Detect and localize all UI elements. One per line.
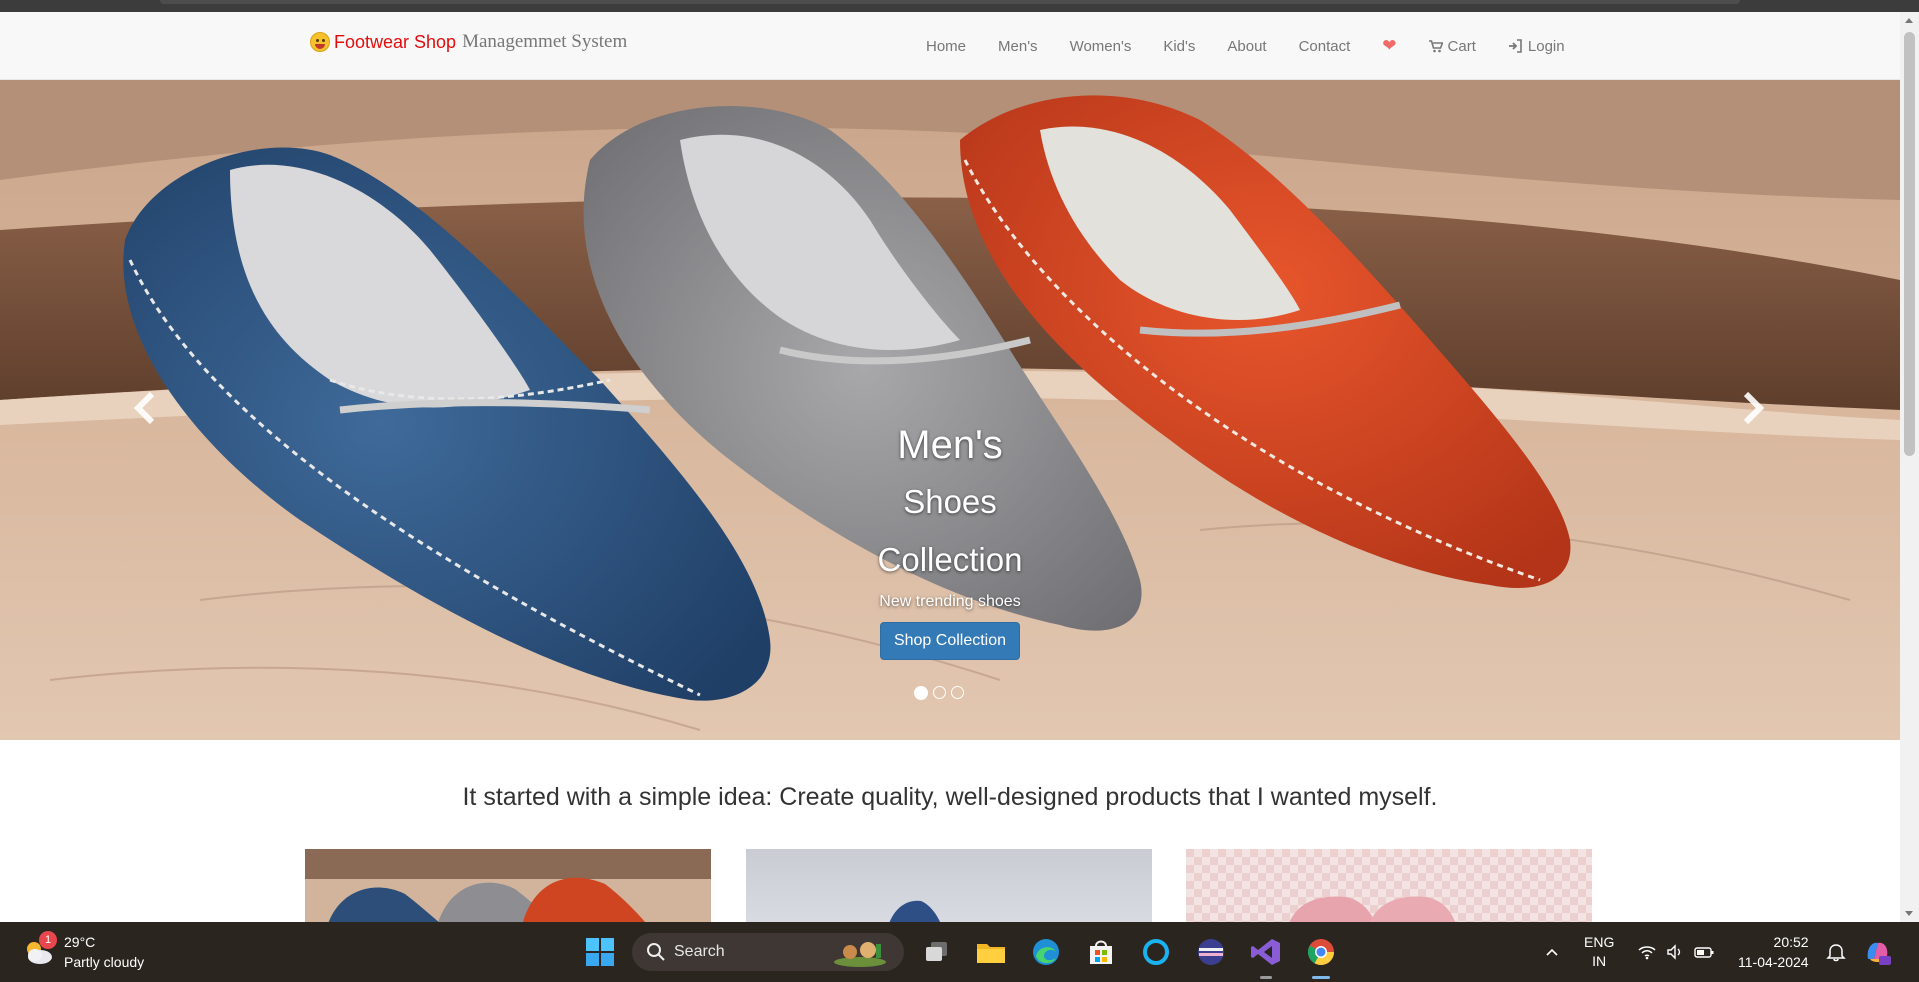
nav-about[interactable]: About <box>1211 38 1282 55</box>
scrollbar-thumb[interactable] <box>1904 32 1915 456</box>
copilot-icon <box>1867 942 1891 965</box>
language-region: IN <box>1592 953 1607 969</box>
microsoft-store-icon[interactable] <box>1085 936 1117 968</box>
brand-name-secondary: Managemmet System <box>462 31 628 52</box>
carousel-indicators <box>914 686 964 700</box>
page-scrollbar[interactable] <box>1900 12 1919 922</box>
mens-shoes-image <box>305 849 711 922</box>
task-view-icon[interactable] <box>921 936 953 968</box>
chevron-up-icon <box>1546 948 1558 956</box>
taskbar: 1 29°C Partly cloudy Search ENG IN 20:52… <box>0 922 1919 982</box>
kids-shoes-image <box>1186 849 1592 922</box>
taskbar-search[interactable]: Search <box>632 933 904 971</box>
cortana-icon[interactable] <box>1140 936 1172 968</box>
nav-kids[interactable]: Kid's <box>1147 38 1211 55</box>
web-page: Footwear Shop Managemmet System Home Men… <box>0 12 1900 922</box>
weather-temp: 29°C <box>64 934 96 950</box>
visual-studio-icon[interactable] <box>1250 936 1282 968</box>
clock[interactable]: 20:52 11-04-2024 <box>1738 922 1809 982</box>
windows-start-icon[interactable] <box>584 936 616 968</box>
weather-condition: Partly cloudy <box>64 954 145 970</box>
main-nav: Home Men's Women's Kid's About Contact ❤… <box>910 12 1581 80</box>
caption-title-line2: Shoes <box>903 483 997 520</box>
search-icon <box>647 943 665 961</box>
file-explorer-icon[interactable] <box>975 936 1007 968</box>
copilot-button[interactable] <box>1862 922 1892 982</box>
scroll-up-icon[interactable] <box>1905 18 1913 23</box>
scroll-down-icon[interactable] <box>1905 911 1913 916</box>
clock-date: 11-04-2024 <box>1738 954 1809 970</box>
media-app-icon[interactable] <box>1195 936 1227 968</box>
search-label: Search <box>674 943 725 960</box>
womens-shoes-image <box>746 849 1152 922</box>
search-highlight-icon <box>834 942 886 967</box>
nav-login[interactable]: Login <box>1492 38 1581 55</box>
hero-carousel: Men's Shoes Collection New trending shoe… <box>0 80 1900 740</box>
notification-bell-icon <box>1826 944 1846 962</box>
weather-widget[interactable]: 1 29°C Partly cloudy <box>22 931 145 972</box>
partly-cloudy-icon: 1 <box>22 931 57 969</box>
nav-home[interactable]: Home <box>910 38 982 55</box>
browser-top-bar <box>0 0 1919 12</box>
battery-icon <box>1694 947 1714 958</box>
chevron-left-icon <box>133 391 155 425</box>
carousel-indicator-1[interactable] <box>914 686 928 700</box>
kids-collection-card[interactable] <box>1186 849 1592 922</box>
chevron-right-icon <box>1743 391 1765 425</box>
carousel-caption: Men's Shoes Collection New trending shoe… <box>800 418 1100 660</box>
clock-time: 20:52 <box>1773 934 1809 950</box>
cart-icon <box>1428 39 1443 53</box>
chrome-active-indicator <box>1312 976 1330 979</box>
tagline: It started with a simple idea: Create qu… <box>462 783 1438 811</box>
weather-badge: 1 <box>39 931 57 949</box>
vs-running-indicator <box>1260 976 1272 979</box>
show-hidden-icons-button[interactable] <box>1544 922 1560 982</box>
caption-title-line3: Collection <box>877 541 1023 578</box>
chrome-browser-icon[interactable] <box>1305 936 1337 968</box>
carousel-next-button[interactable] <box>1738 388 1768 428</box>
caption-subtitle: New trending shoes <box>879 593 1021 610</box>
mens-collection-card[interactable] <box>305 849 711 922</box>
browser-tab-strip <box>160 0 1740 4</box>
carousel-prev-button[interactable] <box>130 388 160 428</box>
nav-wishlist[interactable]: ❤ <box>1366 36 1412 56</box>
language-indicator[interactable]: ENG IN <box>1584 922 1614 982</box>
login-label: Login <box>1527 37 1565 55</box>
login-icon <box>1508 39 1523 53</box>
nav-cart[interactable]: Cart <box>1413 38 1492 55</box>
language-code: ENG <box>1584 934 1615 950</box>
cart-label: Cart <box>1447 37 1476 55</box>
notifications-button[interactable] <box>1826 922 1846 982</box>
system-tray-icons[interactable] <box>1638 922 1714 982</box>
brand-logo[interactable]: Footwear Shop Managemmet System <box>310 29 627 55</box>
smiley-icon <box>310 32 330 52</box>
heart-icon: ❤ <box>1382 36 1397 55</box>
nav-mens[interactable]: Men's <box>982 38 1054 55</box>
wifi-icon <box>1638 946 1656 960</box>
brand-name-primary: Footwear Shop <box>334 31 457 52</box>
shop-collection-button[interactable]: Shop Collection <box>879 622 1021 660</box>
edge-browser-icon[interactable] <box>1030 936 1062 968</box>
navbar: Footwear Shop Managemmet System Home Men… <box>0 12 1900 80</box>
carousel-indicator-3[interactable] <box>951 686 964 699</box>
womens-collection-card[interactable] <box>746 849 1152 922</box>
nav-contact[interactable]: Contact <box>1283 38 1367 55</box>
carousel-indicator-2[interactable] <box>933 686 946 699</box>
nav-womens[interactable]: Women's <box>1054 38 1148 55</box>
volume-icon <box>1667 944 1681 960</box>
caption-title-line1: Men's <box>897 423 1003 467</box>
